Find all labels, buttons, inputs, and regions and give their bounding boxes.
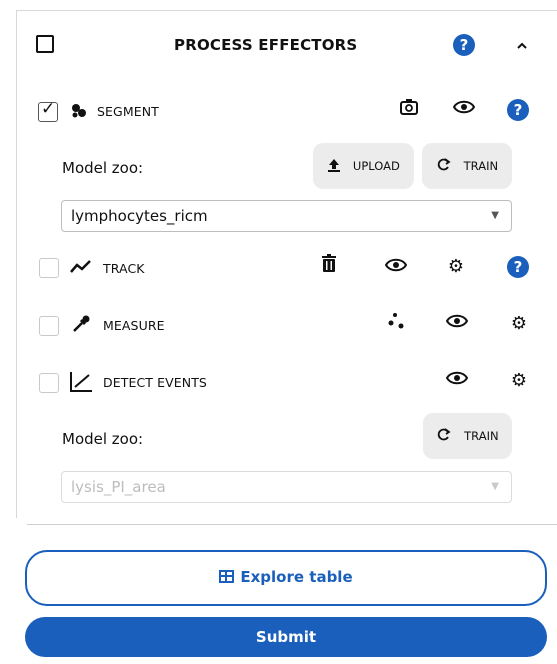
detect-events-checkbox[interactable]: ✓ xyxy=(39,373,59,393)
select-all-checkbox[interactable] xyxy=(36,35,54,53)
table-icon xyxy=(219,570,235,583)
measure-eye-icon[interactable] xyxy=(444,311,470,337)
track-eye-icon[interactable] xyxy=(383,255,409,281)
panel-left-border xyxy=(16,10,17,518)
segment-label: SEGMENT xyxy=(97,104,159,119)
camera-refresh-icon[interactable] xyxy=(396,97,422,123)
track-label: TRACK xyxy=(103,261,145,276)
measure-checkbox[interactable]: ✓ xyxy=(39,316,59,336)
explore-table-label: Explore table xyxy=(240,568,353,586)
train-label: TRAIN xyxy=(463,159,499,173)
segment-model-select[interactable]: lymphocytes_ricm ▼ xyxy=(61,200,512,232)
chevron-up-icon[interactable] xyxy=(516,37,528,55)
measure-label: MEASURE xyxy=(103,318,165,333)
events-model-select: lysis_PI_area ▼ xyxy=(61,471,512,503)
segment-train-button[interactable]: TRAIN xyxy=(422,143,512,189)
redo-icon xyxy=(436,156,458,177)
caret-down-icon: ▼ xyxy=(491,210,499,221)
panel-top-border xyxy=(16,10,557,11)
track-gear-icon[interactable]: ⚙ xyxy=(443,254,469,280)
submit-button[interactable]: Submit xyxy=(25,617,547,657)
segment-icon xyxy=(70,102,88,125)
help-icon[interactable]: ? xyxy=(453,34,475,56)
upload-button[interactable]: UPLOAD xyxy=(313,143,414,189)
segment-model-value: lymphocytes_ricm xyxy=(71,207,208,225)
events-model-zoo-label: Model zoo: xyxy=(62,430,144,448)
eye-icon[interactable] xyxy=(451,97,477,123)
measure-gear-icon[interactable]: ⚙ xyxy=(506,311,532,337)
explore-table-button[interactable]: Explore table xyxy=(25,550,547,606)
detect-events-label: DETECT EVENTS xyxy=(103,375,207,390)
track-icon xyxy=(70,258,92,281)
detect-events-gear-icon[interactable]: ⚙ xyxy=(506,368,532,394)
chart-line-icon xyxy=(69,371,93,398)
pipette-icon xyxy=(71,314,91,339)
scatter-dots-icon[interactable] xyxy=(383,312,409,338)
upload-icon xyxy=(327,156,347,177)
detect-events-eye-icon[interactable] xyxy=(444,368,470,394)
segment-model-zoo-label: Model zoo: xyxy=(62,159,144,177)
events-train-button[interactable]: TRAIN xyxy=(423,413,512,459)
section-divider xyxy=(27,524,557,525)
events-train-label: TRAIN xyxy=(464,429,499,443)
upload-label: UPLOAD xyxy=(352,159,400,173)
panel-title: PROCESS EFFECTORS xyxy=(174,36,358,54)
segment-checkbox[interactable]: ✓ xyxy=(38,99,58,122)
segment-help-icon[interactable]: ? xyxy=(507,99,529,121)
caret-down-icon: ▼ xyxy=(491,481,499,492)
track-help-icon[interactable]: ? xyxy=(507,256,529,278)
track-checkbox[interactable]: ✓ xyxy=(39,258,59,278)
redo-icon xyxy=(436,426,458,447)
events-model-value: lysis_PI_area xyxy=(71,478,166,496)
trash-icon[interactable] xyxy=(316,254,342,280)
